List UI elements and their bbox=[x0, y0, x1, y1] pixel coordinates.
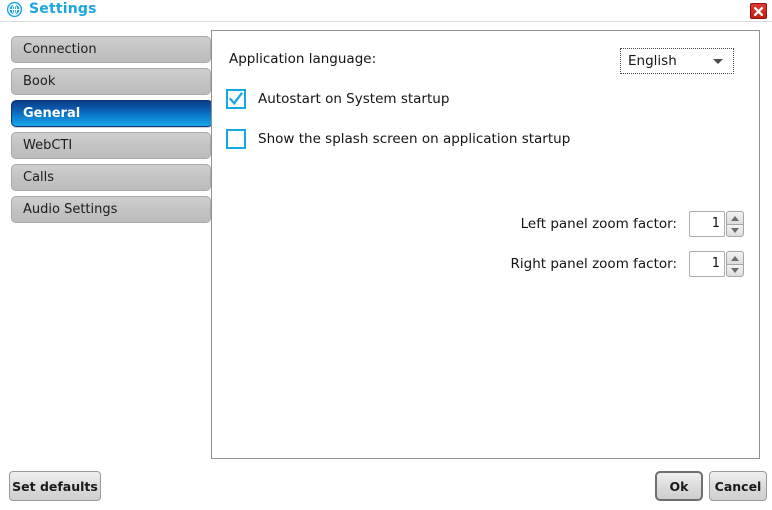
title-bar-left: Settings bbox=[6, 1, 97, 18]
right-panel-zoom-row: Right panel zoom factor: 1 bbox=[212, 251, 744, 277]
right-panel-zoom-label: Right panel zoom factor: bbox=[510, 256, 678, 272]
left-panel-zoom-label: Left panel zoom factor: bbox=[520, 216, 677, 232]
sidebar: Connection Book General WebCTI Calls Aud… bbox=[11, 36, 213, 228]
triangle-down-icon[interactable] bbox=[726, 264, 744, 277]
autostart-checkbox-row[interactable]: Autostart on System startup bbox=[226, 89, 449, 109]
sidebar-item-calls[interactable]: Calls bbox=[11, 164, 211, 191]
triangle-up-icon[interactable] bbox=[726, 251, 744, 264]
sidebar-item-label: Audio Settings bbox=[23, 202, 118, 217]
triangle-down-icon[interactable] bbox=[726, 224, 744, 237]
cancel-button[interactable]: Cancel bbox=[709, 471, 767, 501]
sidebar-item-label: WebCTI bbox=[23, 138, 73, 153]
application-language-row: Application language: bbox=[229, 51, 376, 67]
sidebar-item-label: Calls bbox=[23, 170, 55, 185]
splash-screen-checkbox-label: Show the splash screen on application st… bbox=[258, 131, 571, 147]
sidebar-item-book[interactable]: Book bbox=[11, 68, 211, 95]
sidebar-item-general[interactable]: General bbox=[11, 100, 213, 127]
application-language-value: English bbox=[628, 53, 677, 69]
sidebar-item-label: General bbox=[23, 106, 81, 121]
settings-panel: Application language: English Autostart … bbox=[211, 30, 760, 459]
window-title: Settings bbox=[29, 1, 97, 17]
left-panel-zoom-stepper[interactable]: 1 bbox=[689, 211, 744, 237]
sidebar-item-connection[interactable]: Connection bbox=[11, 36, 211, 63]
autostart-checkbox[interactable] bbox=[226, 89, 246, 109]
sidebar-item-label: Connection bbox=[23, 42, 97, 57]
title-bar: Settings bbox=[0, 0, 772, 22]
sidebar-item-label: Book bbox=[23, 74, 56, 89]
sidebar-item-webcti[interactable]: WebCTI bbox=[11, 132, 211, 159]
sidebar-item-audio-settings[interactable]: Audio Settings bbox=[11, 196, 211, 223]
right-panel-zoom-buttons bbox=[726, 251, 744, 277]
globe-icon bbox=[6, 1, 23, 18]
right-panel-zoom-stepper[interactable]: 1 bbox=[689, 251, 744, 277]
checkmark-icon bbox=[228, 91, 244, 106]
right-panel-zoom-input[interactable]: 1 bbox=[689, 251, 725, 277]
left-panel-zoom-row: Left panel zoom factor: 1 bbox=[212, 211, 744, 237]
application-language-select[interactable]: English bbox=[620, 48, 734, 74]
application-language-label: Application language: bbox=[229, 51, 377, 67]
triangle-up-icon[interactable] bbox=[726, 211, 744, 224]
chevron-down-icon bbox=[713, 58, 723, 64]
splash-screen-checkbox-row[interactable]: Show the splash screen on application st… bbox=[226, 129, 570, 149]
splash-screen-checkbox[interactable] bbox=[226, 129, 246, 149]
ok-button[interactable]: Ok bbox=[655, 471, 703, 501]
set-defaults-button[interactable]: Set defaults bbox=[9, 471, 101, 501]
autostart-checkbox-label: Autostart on System startup bbox=[258, 91, 450, 107]
left-panel-zoom-input[interactable]: 1 bbox=[689, 211, 725, 237]
title-divider bbox=[0, 21, 772, 22]
left-panel-zoom-buttons bbox=[726, 211, 744, 237]
close-icon[interactable] bbox=[750, 3, 767, 19]
